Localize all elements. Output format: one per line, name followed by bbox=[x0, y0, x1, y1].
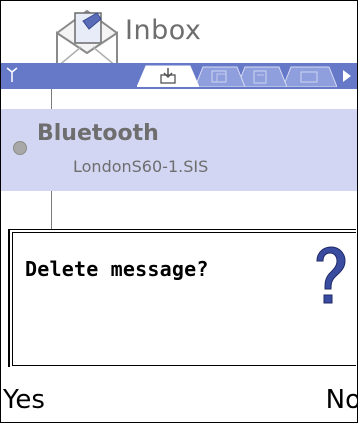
tab-strip bbox=[1, 63, 357, 89]
inbox-download-icon[interactable] bbox=[137, 65, 199, 87]
bullet-icon bbox=[13, 141, 27, 155]
divider bbox=[51, 191, 52, 229]
page-title: Inbox bbox=[125, 15, 202, 46]
softkey-bar: Yes No bbox=[1, 367, 357, 422]
signal-icon bbox=[6, 67, 18, 82]
right-arrow-icon[interactable] bbox=[342, 69, 352, 83]
divider bbox=[51, 89, 52, 109]
no-softkey[interactable]: No bbox=[326, 385, 357, 415]
tab-icon-4[interactable] bbox=[283, 65, 337, 87]
phone-screen: Inbox Bluetooth LondonS60-1.SIS Delete m… bbox=[0, 0, 358, 423]
envelope-icon bbox=[56, 9, 118, 68]
list-item[interactable]: Bluetooth LondonS60-1.SIS bbox=[1, 109, 357, 191]
confirm-dialog: Delete message? bbox=[9, 229, 356, 369]
list-spacer bbox=[1, 89, 357, 109]
message-sender: Bluetooth bbox=[37, 121, 159, 146]
dialog-body: Delete message? bbox=[12, 232, 356, 366]
question-icon bbox=[316, 246, 346, 304]
yes-softkey[interactable]: Yes bbox=[3, 385, 45, 415]
list-spacer bbox=[1, 191, 357, 229]
message-subject: LondonS60-1.SIS bbox=[73, 157, 209, 176]
title-bar: Inbox bbox=[1, 1, 357, 69]
tab-icon-2[interactable] bbox=[195, 65, 245, 87]
dialog-message: Delete message? bbox=[25, 257, 209, 281]
